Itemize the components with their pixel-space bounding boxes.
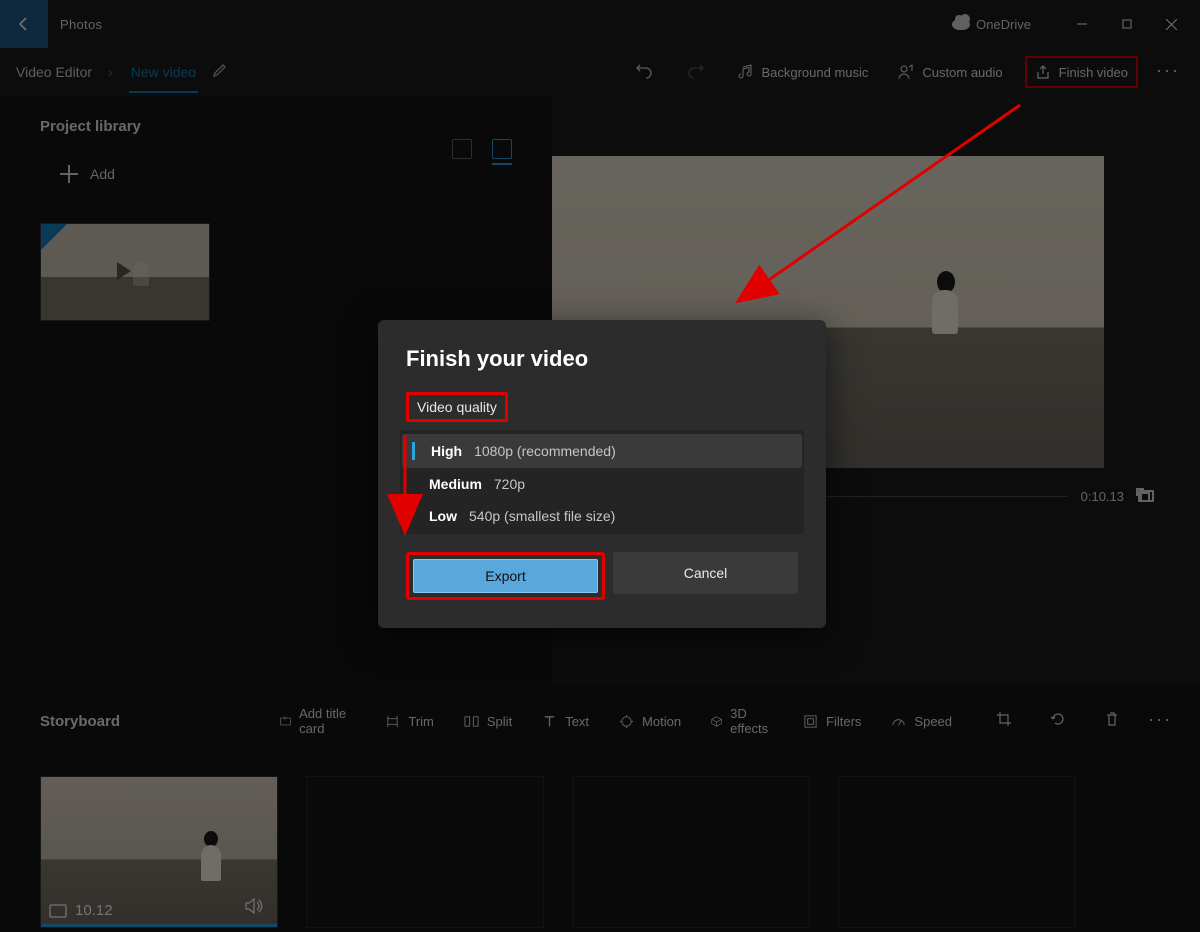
quality-options-list: High 1080p (recommended) Medium 720p Low… bbox=[400, 430, 804, 534]
quality-option-low[interactable]: Low 540p (smallest file size) bbox=[400, 500, 804, 532]
selection-accent bbox=[412, 442, 415, 460]
dialog-title: Finish your video bbox=[406, 346, 798, 372]
finish-video-dialog: Finish your video Video quality High 108… bbox=[378, 320, 826, 628]
export-highlight-box: Export bbox=[406, 552, 605, 600]
video-quality-label: Video quality bbox=[406, 392, 508, 422]
quality-option-medium[interactable]: Medium 720p bbox=[400, 468, 804, 500]
export-button[interactable]: Export bbox=[413, 559, 598, 593]
quality-option-high[interactable]: High 1080p (recommended) bbox=[402, 434, 802, 468]
cancel-button[interactable]: Cancel bbox=[613, 552, 798, 594]
